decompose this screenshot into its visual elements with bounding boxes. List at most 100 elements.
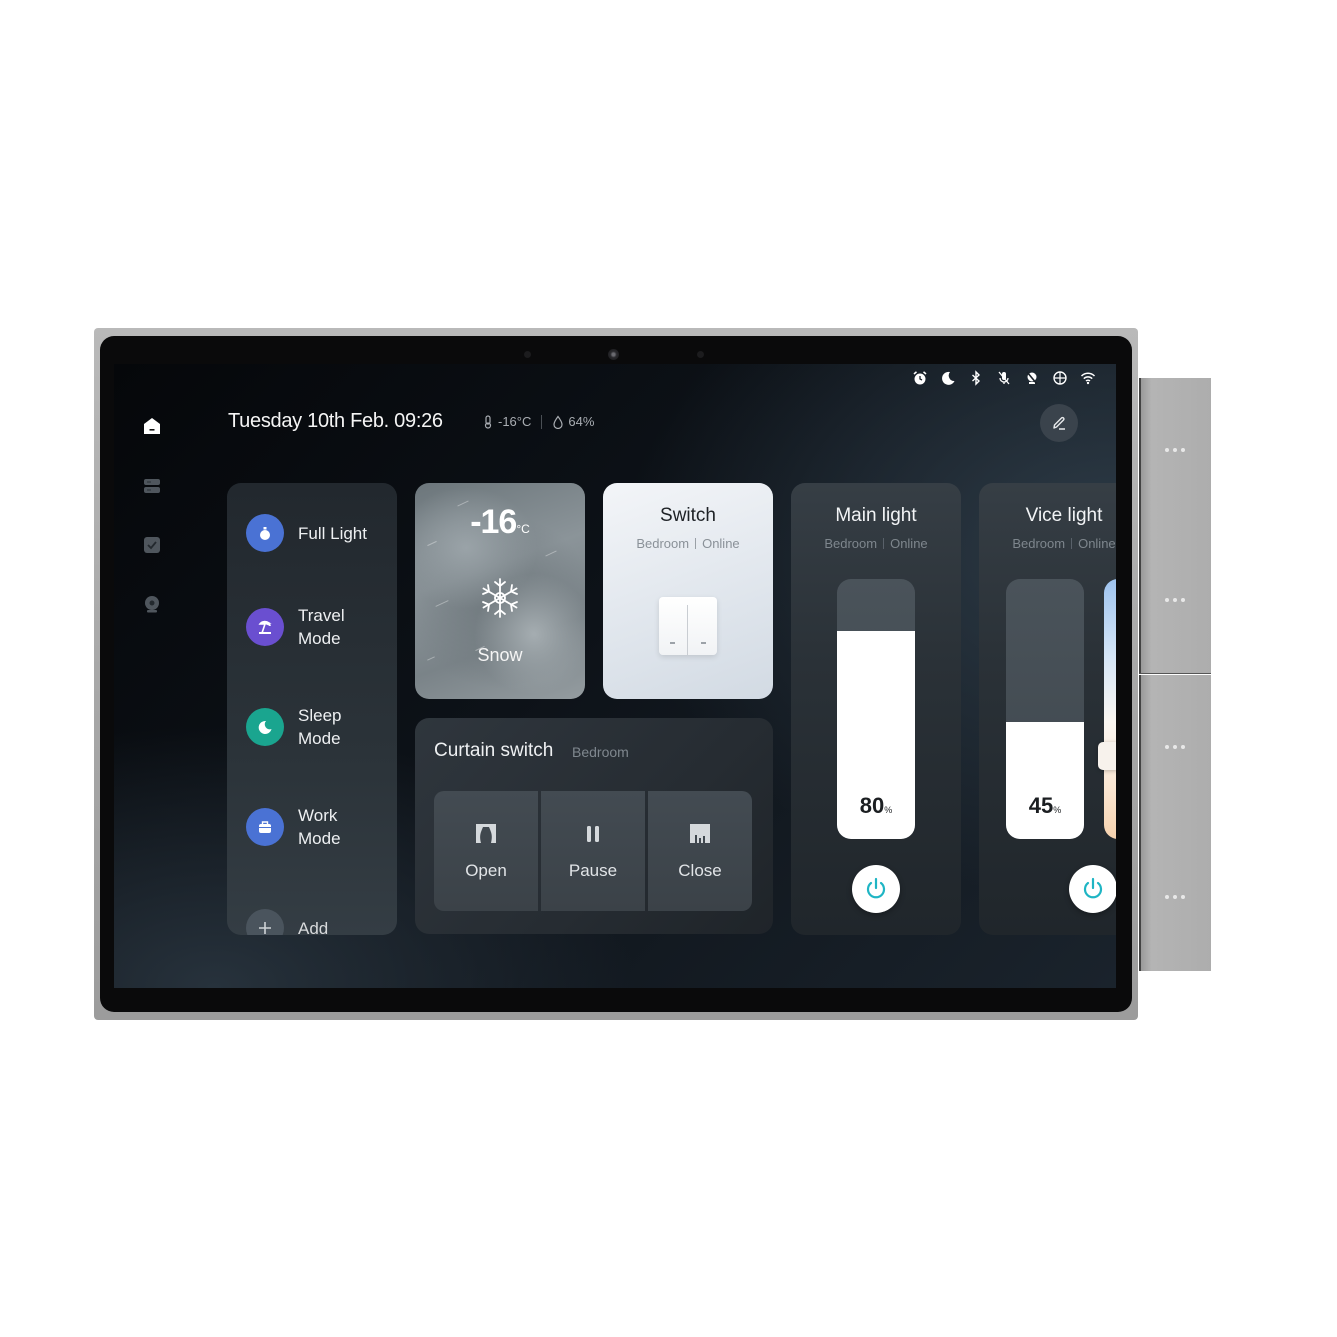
brightness-slider[interactable]: 80% bbox=[837, 579, 915, 839]
power-icon bbox=[866, 877, 886, 899]
brightness-number: 45 bbox=[1028, 793, 1054, 818]
color-temperature-slider[interactable] bbox=[1104, 579, 1116, 839]
status-bar bbox=[912, 370, 1096, 386]
curtain-open-icon bbox=[476, 824, 496, 843]
power-button[interactable] bbox=[1069, 865, 1116, 913]
divider bbox=[695, 538, 697, 549]
bezel: Tuesday 10th Feb. 09:26 -16°C 64% Full L… bbox=[100, 336, 1132, 1012]
power-button[interactable] bbox=[852, 865, 900, 913]
switch-led-left bbox=[670, 642, 675, 644]
humidity-drop-icon bbox=[553, 414, 563, 429]
edit-button[interactable] bbox=[1040, 404, 1078, 442]
scene-label: Sleep Mode bbox=[298, 704, 354, 750]
thermometer-icon bbox=[484, 414, 492, 429]
light-bulb-icon bbox=[260, 527, 270, 540]
nav-devices[interactable] bbox=[140, 474, 164, 498]
scene-work-mode[interactable]: Work Mode bbox=[246, 804, 348, 850]
scene-label: Travel Mode bbox=[298, 604, 358, 650]
device-title: Switch bbox=[660, 505, 716, 526]
device-status: Online bbox=[702, 536, 740, 551]
temperature-value: -16 bbox=[470, 503, 517, 541]
device-subtitle: Bedroom Online bbox=[979, 536, 1116, 551]
scene-label: Work Mode bbox=[298, 804, 348, 850]
scene-full-light[interactable]: Full Light bbox=[246, 514, 367, 552]
moon-icon bbox=[940, 370, 956, 386]
devices-icon bbox=[144, 479, 160, 493]
home-icon bbox=[144, 418, 160, 434]
scene-travel-mode[interactable]: Travel Mode bbox=[246, 604, 358, 650]
brightness-value: 80% bbox=[837, 793, 915, 819]
divider bbox=[883, 538, 885, 549]
plus-icon bbox=[259, 922, 271, 934]
header-weather: -16°C 64% bbox=[482, 414, 594, 429]
brightness-fill bbox=[1006, 722, 1084, 839]
scene-icon-bg bbox=[246, 514, 284, 552]
scene-add[interactable]: Add bbox=[246, 909, 328, 935]
mic-off-icon bbox=[996, 370, 1012, 386]
curtain-room: Bedroom bbox=[572, 744, 629, 760]
scene-label-text: Sleep Mode bbox=[298, 706, 342, 748]
device-room: Bedroom bbox=[824, 536, 878, 551]
snowflake-icon bbox=[482, 578, 518, 618]
curtain-open-button[interactable]: Open bbox=[434, 791, 538, 911]
color-temperature-handle[interactable] bbox=[1098, 741, 1116, 770]
snow-streak bbox=[545, 550, 557, 557]
nav-home[interactable] bbox=[140, 414, 164, 438]
header-humidity: 64% bbox=[568, 414, 595, 429]
weather-temperature: -16°C bbox=[415, 503, 585, 542]
curtain-title: Curtain switch bbox=[434, 740, 554, 761]
device-title: Vice light bbox=[1025, 505, 1103, 526]
scene-label-text: Travel Mode bbox=[298, 606, 345, 648]
scene-icon-bg bbox=[246, 708, 284, 746]
curtain-switch-card: Curtain switch Bedroom Open Pause Close bbox=[415, 718, 773, 934]
side-button-panel-bottom bbox=[1139, 675, 1211, 971]
switch-divider bbox=[687, 605, 688, 655]
briefcase-icon bbox=[259, 821, 271, 833]
sensor-dot bbox=[524, 351, 531, 358]
moon-icon bbox=[258, 720, 272, 734]
checkbox-icon bbox=[144, 537, 160, 553]
curtain-close-button[interactable]: Close bbox=[648, 791, 752, 911]
button-label: Open bbox=[465, 861, 507, 880]
nav-camera[interactable] bbox=[140, 592, 164, 616]
curtain-pause-button[interactable]: Pause bbox=[541, 791, 645, 911]
scene-icon-bg bbox=[246, 608, 284, 646]
scenes-card: Full Light Travel Mode Sleep Mode Work M… bbox=[227, 483, 397, 935]
scene-label-text: Work Mode bbox=[298, 806, 341, 848]
scene-sleep-mode[interactable]: Sleep Mode bbox=[246, 704, 354, 750]
pencil-icon bbox=[1053, 416, 1065, 430]
side-button-panel-top bbox=[1139, 378, 1211, 674]
scene-icon-bg bbox=[246, 808, 284, 846]
weather-card[interactable]: -16°C Snow bbox=[415, 483, 585, 699]
weather-condition: Snow bbox=[477, 645, 523, 665]
switch-card[interactable]: Switch Bedroom Online bbox=[603, 483, 773, 699]
header-datetime: Tuesday 10th Feb. 09:26 bbox=[228, 410, 443, 432]
scene-label: Add bbox=[298, 918, 329, 936]
globe-icon bbox=[1052, 370, 1068, 386]
button-label: Pause bbox=[568, 861, 618, 880]
alarm-icon bbox=[912, 370, 928, 386]
scene-label: Full Light bbox=[298, 523, 367, 543]
curtain-close-icon bbox=[690, 824, 710, 843]
indicator-dots bbox=[1165, 895, 1185, 899]
pause-icon bbox=[587, 826, 599, 842]
smart-home-panel-device: Tuesday 10th Feb. 09:26 -16°C 64% Full L… bbox=[94, 328, 1138, 1020]
brightness-slider[interactable]: 45% bbox=[1006, 579, 1084, 839]
main-light-card: Main light Bedroom Online 80% bbox=[791, 483, 961, 935]
brightness-unit: % bbox=[1053, 805, 1062, 815]
camera-lens bbox=[608, 349, 619, 360]
palm-tree-icon bbox=[258, 620, 272, 634]
device-status: Online bbox=[1078, 536, 1116, 551]
sensor-dot bbox=[697, 351, 704, 358]
nav-tasks[interactable] bbox=[140, 533, 164, 557]
divider bbox=[1071, 538, 1073, 549]
device-status: Online bbox=[890, 536, 928, 551]
device-subtitle: Bedroom Online bbox=[791, 536, 961, 551]
wall-switch-icon[interactable] bbox=[659, 597, 717, 655]
brightness-value: 45% bbox=[1006, 793, 1084, 819]
indicator-dots bbox=[1165, 448, 1185, 452]
divider bbox=[541, 414, 543, 429]
device-room: Bedroom bbox=[636, 536, 690, 551]
wifi-icon bbox=[1080, 370, 1096, 386]
header-temperature: -16°C bbox=[498, 414, 532, 429]
